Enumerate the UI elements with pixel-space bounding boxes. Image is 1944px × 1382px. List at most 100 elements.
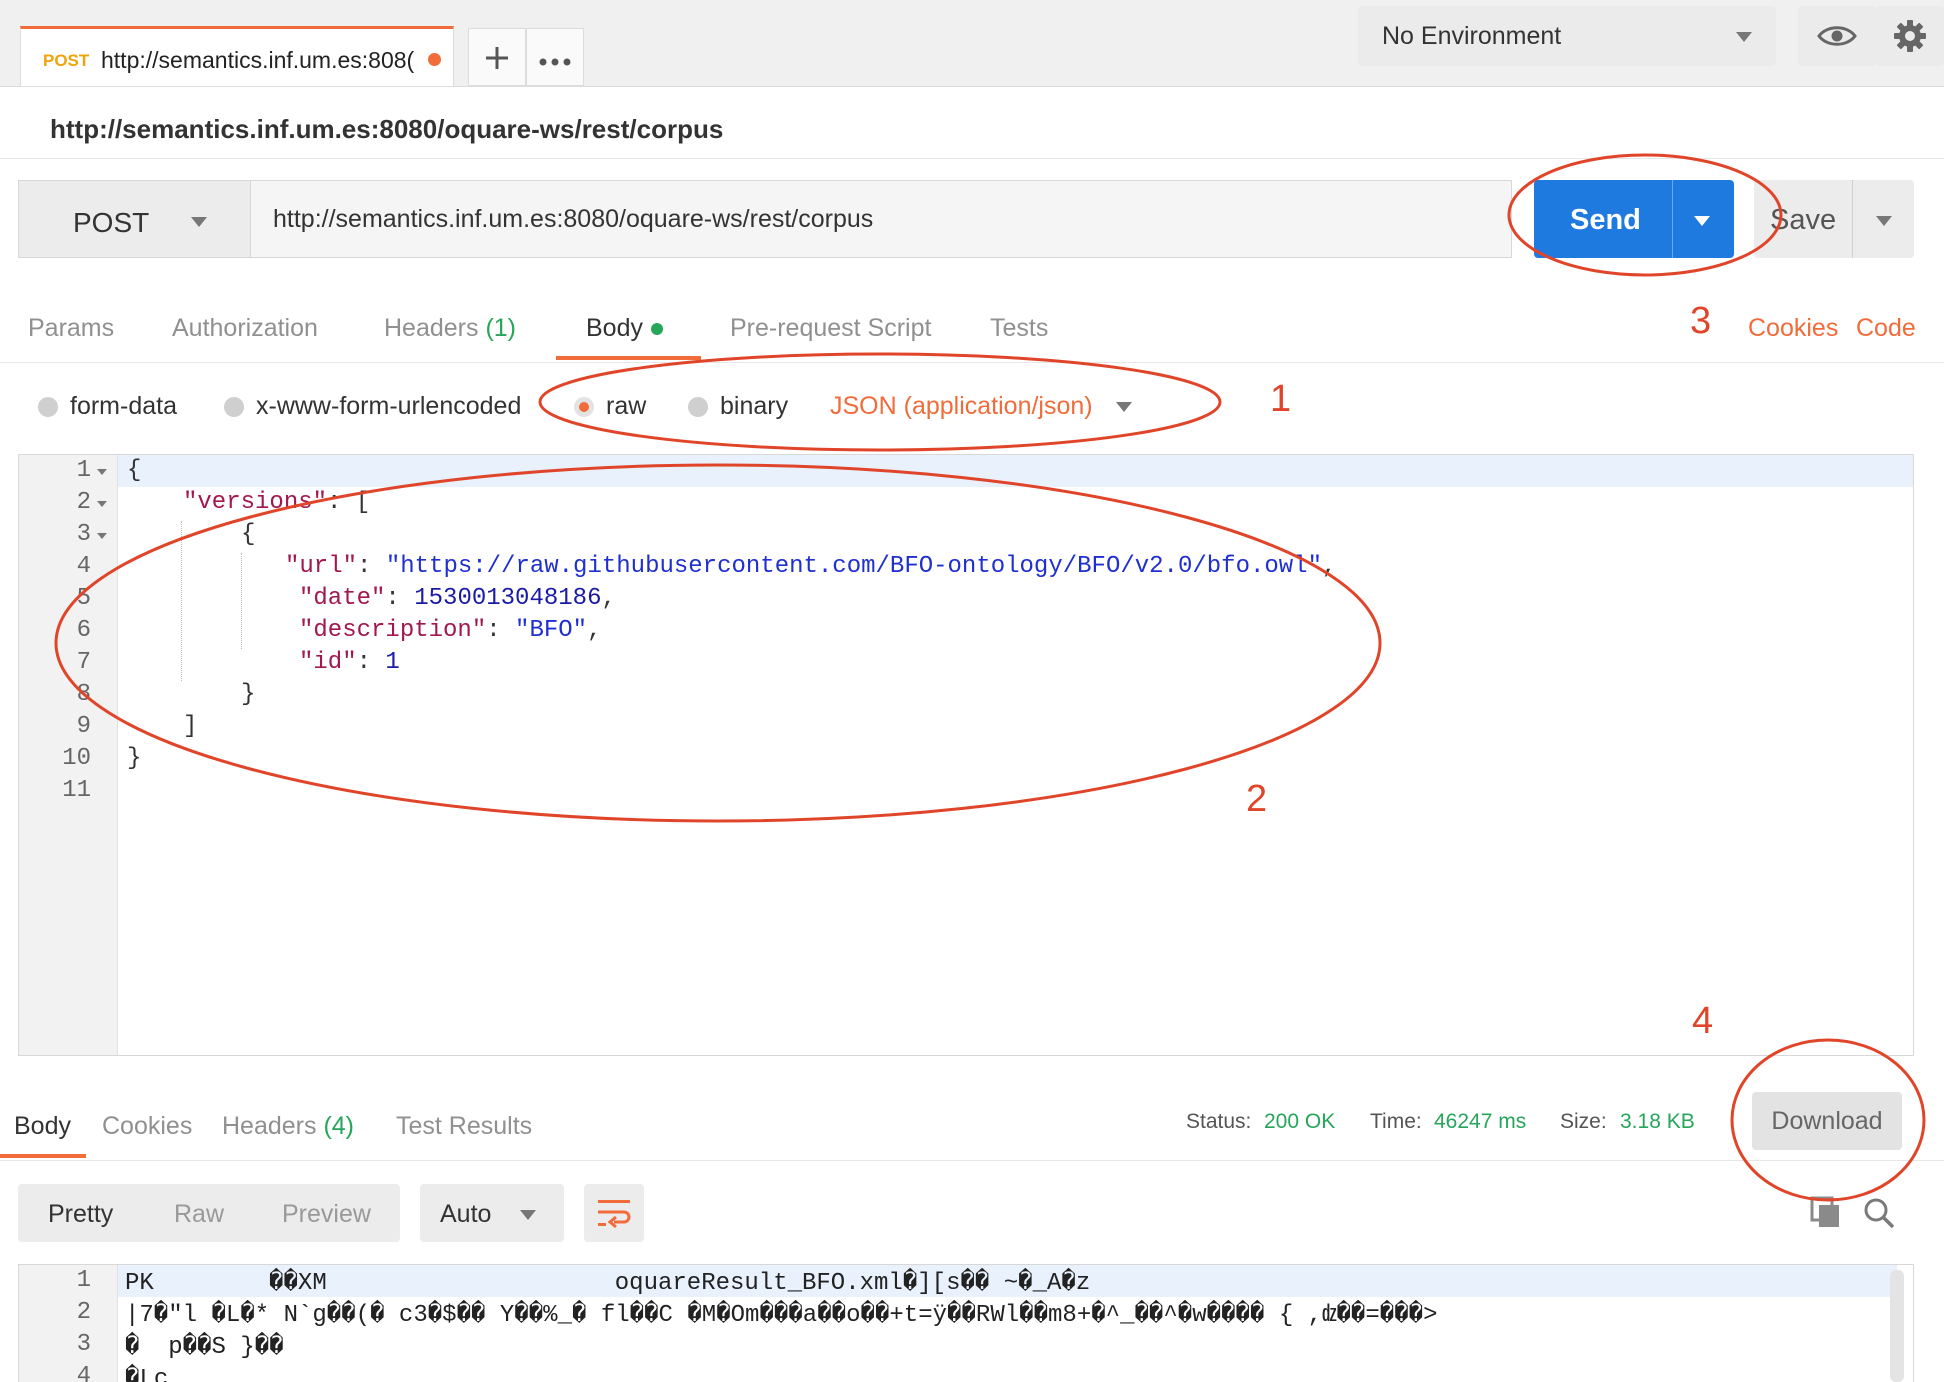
save-options-chevron-icon[interactable] xyxy=(1876,216,1892,226)
format-select[interactable]: Auto xyxy=(420,1184,564,1242)
radio-raw-label: raw xyxy=(606,392,647,420)
save-split-divider xyxy=(1852,180,1853,258)
new-tab-button[interactable] xyxy=(468,28,526,86)
response-tab-cookies[interactable]: Cookies xyxy=(102,1112,192,1141)
chevron-down-icon[interactable] xyxy=(1116,402,1132,412)
tab-authorization[interactable]: Authorization xyxy=(172,314,318,343)
response-line: � p��S }�� xyxy=(125,1334,284,1361)
radio-binary-label: binary xyxy=(720,392,789,420)
json-key: "versions" xyxy=(183,489,328,516)
code-line: { xyxy=(127,457,142,484)
request-body-editor[interactable]: 1 2 3 4 5 6 7 8 9 10 11 { "versions": [ … xyxy=(18,454,1914,1056)
fold-toggle-icon[interactable] xyxy=(97,501,107,507)
json-string: "https://raw.githubusercontent.com/BFO-o… xyxy=(385,553,1322,580)
content-type-select[interactable]: JSON (application/json) xyxy=(830,392,1093,421)
search-icon[interactable] xyxy=(1862,1196,1896,1230)
line-number: 1 xyxy=(76,457,91,484)
tab-pre-request-script[interactable]: Pre-request Script xyxy=(730,314,931,343)
line-number: 4 xyxy=(76,1363,91,1382)
radio-form-data[interactable]: form-data xyxy=(38,392,177,422)
response-line: �Lc xyxy=(125,1366,169,1382)
environment-select-label: No Environment xyxy=(1382,22,1562,50)
tab-headers-count: (1) xyxy=(485,314,517,342)
active-tab-underline xyxy=(556,356,701,360)
json-punct: , xyxy=(601,585,616,612)
radio-circle xyxy=(38,397,58,417)
save-button-label: Save xyxy=(1770,204,1837,236)
line-number: 3 xyxy=(76,521,91,548)
line-number: 2 xyxy=(76,1299,91,1326)
tab-headers[interactable]: Headers (1) xyxy=(384,314,516,343)
radio-urlencoded-label: x-www-form-urlencoded xyxy=(256,392,522,420)
json-punct: : xyxy=(357,553,386,580)
more-tabs-button[interactable] xyxy=(526,28,584,86)
radio-raw[interactable]: raw xyxy=(574,392,646,422)
active-line-highlight xyxy=(117,455,1913,487)
save-button[interactable]: Save xyxy=(1754,180,1914,258)
json-number: 1 xyxy=(385,649,400,676)
line-number: 4 xyxy=(76,553,91,580)
environment-select[interactable]: No Environment xyxy=(1358,6,1776,66)
method-select[interactable]: POST xyxy=(18,180,250,258)
cookies-link[interactable]: Cookies xyxy=(1748,314,1838,343)
tab-tests[interactable]: Tests xyxy=(990,314,1048,343)
request-title[interactable]: http://semantics.inf.um.es:8080/oquare-w… xyxy=(50,114,723,145)
view-mode-pretty[interactable]: Pretty xyxy=(48,1200,113,1229)
url-input[interactable] xyxy=(250,180,1512,258)
request-tabs: Params Authorization Headers (1) Body Pr… xyxy=(0,298,1944,363)
request-tab[interactable]: POST http://semantics.inf.um.es:808( xyxy=(20,26,454,86)
json-punct: : xyxy=(356,649,386,676)
annotation-label-1: 1 xyxy=(1270,378,1292,420)
download-button[interactable]: Download xyxy=(1752,1092,1902,1150)
json-key: "date" xyxy=(299,585,386,612)
annotation-label-3: 3 xyxy=(1690,300,1712,342)
time-value: 46247 ms xyxy=(1434,1110,1527,1133)
send-split-divider xyxy=(1672,180,1673,258)
code-link[interactable]: Code xyxy=(1856,314,1916,343)
json-key: "description" xyxy=(299,617,487,644)
environment-quick-look-button[interactable] xyxy=(1798,6,1876,66)
wrap-lines-button[interactable] xyxy=(584,1184,644,1242)
annotation-label-2: 2 xyxy=(1246,778,1268,820)
time-label: Time: xyxy=(1370,1110,1422,1133)
radio-binary[interactable]: binary xyxy=(688,392,788,422)
view-mode-group: Pretty Raw Preview xyxy=(18,1184,400,1242)
response-active-underline xyxy=(0,1154,86,1158)
radio-circle xyxy=(224,397,244,417)
response-line: PK ��XM oquareResult_BFO.xml�][s�� ~�_A�… xyxy=(125,1270,1091,1297)
fold-toggle-icon[interactable] xyxy=(97,533,107,539)
json-string: "BFO" xyxy=(515,617,588,644)
copy-icon[interactable] xyxy=(1810,1196,1842,1230)
response-line: |7�"l �L�* N`g��(� c3�$�� Y��%_� fl��C �… xyxy=(125,1302,1438,1329)
line-number: 7 xyxy=(76,649,91,676)
radio-urlencoded[interactable]: x-www-form-urlencoded xyxy=(224,392,521,422)
tab-params[interactable]: Params xyxy=(28,314,114,343)
code-line: { xyxy=(241,521,256,548)
json-punct: , xyxy=(1321,553,1337,580)
code-line: "date": 1530013048186, xyxy=(299,585,616,612)
code-line: "versions": [ xyxy=(183,489,370,516)
fold-toggle-icon[interactable] xyxy=(97,469,107,475)
indent-guide xyxy=(181,521,182,681)
tab-body[interactable]: Body xyxy=(586,314,663,343)
eye-icon xyxy=(1817,26,1857,46)
radio-form-data-label: form-data xyxy=(70,392,177,420)
response-tab-headers[interactable]: Headers (4) xyxy=(222,1112,354,1141)
code-line: } xyxy=(127,745,142,772)
response-body-viewer[interactable]: 1 2 3 4 PK ��XM oquareResult_BFO.xml�][s… xyxy=(18,1264,1914,1382)
response-tab-headers-count: (4) xyxy=(323,1112,355,1140)
send-options-chevron-icon[interactable] xyxy=(1694,216,1710,226)
radio-circle-selected xyxy=(574,397,594,417)
line-number: 3 xyxy=(76,1331,91,1358)
response-tab-body[interactable]: Body xyxy=(14,1112,71,1141)
send-button[interactable]: Send xyxy=(1534,180,1734,258)
line-number: 9 xyxy=(76,713,91,740)
json-number: 1530013048186 xyxy=(414,585,602,612)
settings-button[interactable] xyxy=(1876,6,1944,66)
line-number: 11 xyxy=(62,777,91,804)
response-tab-test-results[interactable]: Test Results xyxy=(396,1112,532,1141)
view-mode-preview[interactable]: Preview xyxy=(282,1200,371,1229)
response-scrollbar[interactable] xyxy=(1890,1270,1904,1382)
tab-headers-label: Headers xyxy=(384,314,479,342)
view-mode-raw[interactable]: Raw xyxy=(174,1200,224,1229)
